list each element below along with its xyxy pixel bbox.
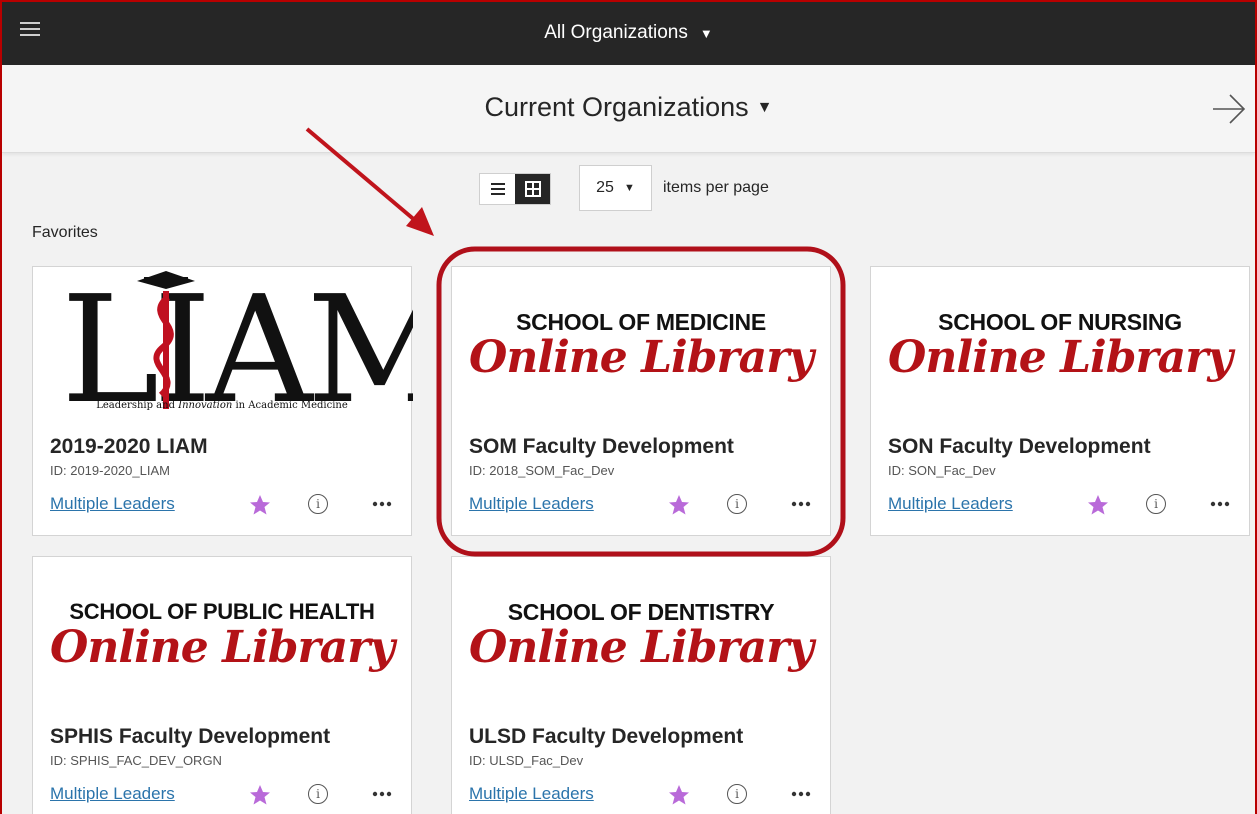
school-of-dentistry-logo: SCHOOL OF DENTISTRY Online Library	[452, 557, 830, 717]
multiple-leaders-link[interactable]: Multiple Leaders	[469, 494, 594, 514]
grid-view-icon	[524, 181, 541, 197]
card-title[interactable]: 2019-2020 LIAM	[50, 435, 208, 459]
caret-down-icon: ▼	[756, 99, 773, 116]
items-per-page-label: items per page	[663, 179, 769, 196]
logo-online-library: Online Library	[50, 622, 395, 673]
arrow-right-icon[interactable]	[1211, 91, 1247, 127]
more-options-icon[interactable]	[371, 787, 393, 801]
card-title[interactable]: SOM Faculty Development	[469, 435, 734, 459]
caret-down-icon: ▼	[699, 26, 713, 41]
annotation-arrowhead	[406, 207, 434, 236]
card-title[interactable]: SPHIS Faculty Development	[50, 725, 330, 749]
multiple-leaders-link[interactable]: Multiple Leaders	[469, 784, 594, 804]
caret-down-icon: ▼	[623, 182, 635, 194]
info-icon[interactable]: i	[727, 784, 747, 804]
organization-selector[interactable]: All Organizations ▼	[2, 22, 1255, 44]
card-id: ID: 2018_SOM_Fac_Dev	[469, 463, 615, 478]
info-icon[interactable]: i	[727, 494, 747, 514]
multiple-leaders-link[interactable]: Multiple Leaders	[50, 784, 175, 804]
page-title-dropdown[interactable]: Current Organizations ▼	[2, 92, 1255, 123]
card-title[interactable]: ULSD Faculty Development	[469, 725, 743, 749]
app-frame: All Organizations ▼ Current Organizations…	[0, 0, 1257, 814]
grid-view-button[interactable]	[515, 174, 550, 204]
star-icon[interactable]	[1086, 493, 1110, 517]
school-of-public-health-logo: SCHOOL OF PUBLIC HEALTH Online Library	[33, 557, 411, 717]
top-bar: All Organizations ▼	[2, 2, 1255, 65]
info-icon[interactable]: i	[1146, 494, 1166, 514]
card-id: ID: ULSD_Fac_Dev	[469, 753, 584, 768]
multiple-leaders-link[interactable]: Multiple Leaders	[888, 494, 1013, 514]
page-title: Current Organizations	[484, 92, 749, 122]
more-options-icon[interactable]	[790, 787, 812, 801]
organization-selector-label: All Organizations	[544, 22, 688, 43]
card-id: ID: SPHIS_FAC_DEV_ORGN	[50, 753, 222, 768]
organization-card[interactable]: SCHOOL OF NURSING Online Library SON Fac…	[870, 266, 1250, 536]
logo-online-library: Online Library	[469, 622, 814, 673]
favorites-heading: Favorites	[32, 224, 98, 241]
star-icon[interactable]	[667, 783, 691, 807]
organization-card[interactable]: LIAM Leadership and Innovation in Academ…	[32, 264, 458, 536]
logo-online-library: Online Library	[469, 332, 814, 383]
items-per-page-value: 25	[596, 179, 614, 196]
view-toggle	[479, 173, 551, 205]
items-per-page-select[interactable]: 25 ▼	[579, 165, 652, 211]
multiple-leaders-link[interactable]: Multiple Leaders	[50, 494, 175, 514]
organization-card[interactable]: SCHOOL OF DENTISTRY Online Library ULSD …	[451, 556, 831, 814]
card-id: ID: SON_Fac_Dev	[888, 463, 996, 478]
page-header: Current Organizations ▼	[2, 65, 1255, 153]
more-options-icon[interactable]	[1209, 497, 1231, 511]
organization-card[interactable]: SCHOOL OF PUBLIC HEALTH Online Library S…	[32, 556, 412, 814]
liam-tagline: Leadership and Innovation in Academic Me…	[96, 400, 348, 411]
more-options-icon[interactable]	[790, 497, 812, 511]
info-icon[interactable]: i	[308, 494, 328, 514]
more-options-icon[interactable]	[371, 497, 393, 511]
liam-logo: LIAM Leadership and Innovation in Academ…	[33, 264, 458, 436]
organization-card[interactable]: SCHOOL OF MEDICINE Online Library SOM Fa…	[451, 266, 831, 536]
star-icon[interactable]	[248, 493, 272, 517]
star-icon[interactable]	[667, 493, 691, 517]
info-icon[interactable]: i	[308, 784, 328, 804]
school-of-nursing-logo: SCHOOL OF NURSING Online Library	[871, 267, 1249, 427]
star-icon[interactable]	[248, 783, 272, 807]
list-view-icon	[490, 183, 505, 195]
card-title[interactable]: SON Faculty Development	[888, 435, 1151, 459]
card-id: ID: 2019-2020_LIAM	[50, 463, 170, 478]
list-view-button[interactable]	[480, 174, 515, 204]
school-of-medicine-logo: SCHOOL OF MEDICINE Online Library	[452, 267, 830, 427]
logo-online-library: Online Library	[888, 332, 1233, 383]
